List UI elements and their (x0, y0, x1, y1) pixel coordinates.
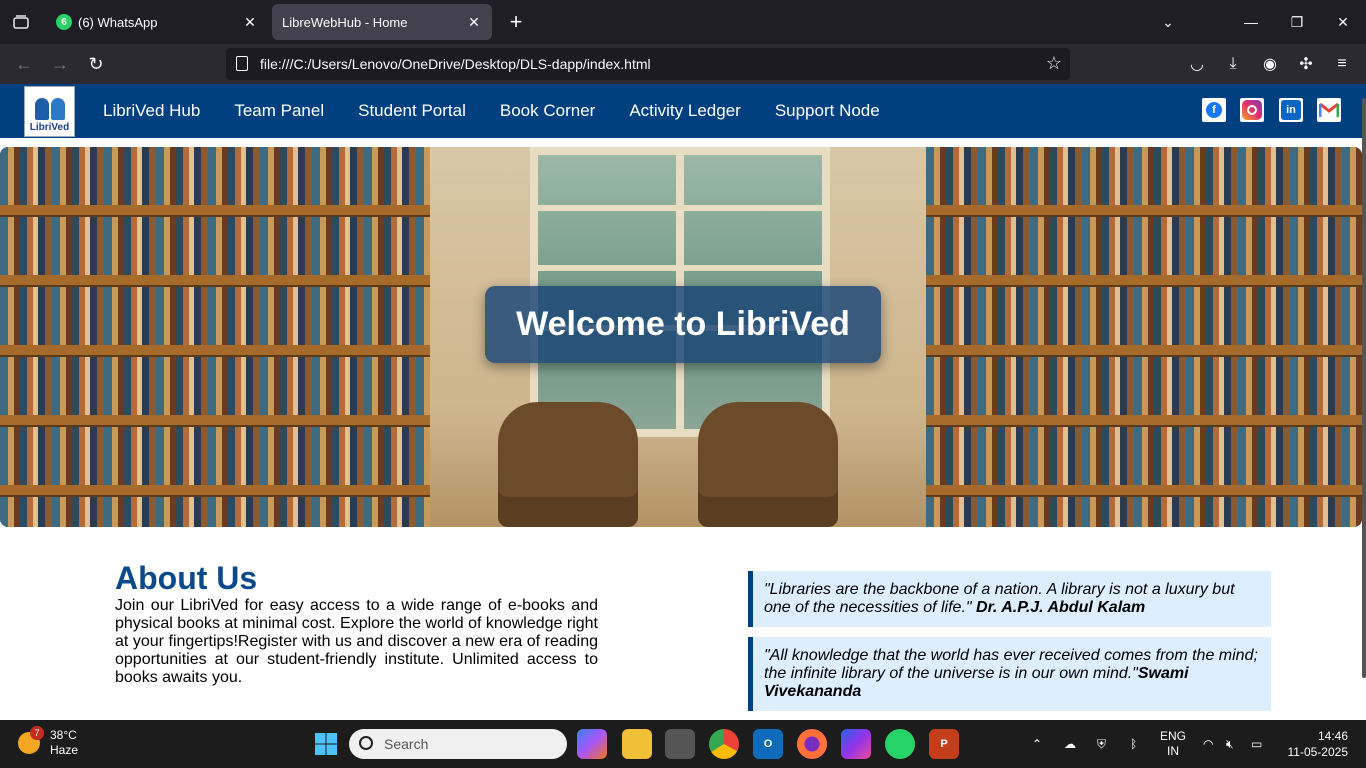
firefox-icon[interactable] (797, 729, 827, 759)
windows-start-icon[interactable] (311, 729, 341, 759)
notification-badge: 7 (30, 726, 44, 740)
about-section: About Us Join our LibriVed for easy acce… (115, 559, 598, 687)
outlook-icon[interactable]: O (753, 729, 783, 759)
page-viewport: LibriVed LibriVed Hub Team Panel Student… (0, 84, 1366, 720)
account-icon[interactable]: ◉ (1258, 52, 1282, 76)
close-tab-icon[interactable]: ✕ (464, 12, 484, 32)
nav-activity-ledger[interactable]: Activity Ledger (612, 101, 758, 121)
instagram-icon[interactable] (1240, 98, 1264, 122)
onedrive-icon[interactable]: ☁ (1064, 720, 1076, 768)
address-bar[interactable]: file:///C:/Users/Lenovo/OneDrive/Desktop… (226, 48, 1070, 80)
extensions-icon[interactable]: ✣ (1294, 52, 1318, 76)
bookshelf-image (0, 147, 430, 527)
tab-label: (6) WhatsApp (78, 14, 158, 30)
menu-icon[interactable]: ≡ (1330, 52, 1354, 76)
show-hidden-icons[interactable]: ⌃ (1032, 720, 1042, 768)
whatsapp-icon[interactable] (885, 729, 915, 759)
copilot-icon[interactable] (577, 729, 607, 759)
close-tab-icon[interactable]: ✕ (240, 12, 260, 32)
weather-temp: 38°C (50, 728, 77, 742)
site-logo[interactable]: LibriVed (24, 86, 75, 137)
browser-tab-bar: 6 (6) WhatsApp ✕ LibreWebHub - Home ✕ + … (0, 0, 1366, 44)
back-button[interactable]: ← (10, 50, 38, 78)
taskbar: 7 38°C Haze Search O P ⌃ ☁ ⛨ ᛒ ENG IN ◠ … (0, 720, 1366, 768)
nav-team-panel[interactable]: Team Panel (217, 101, 341, 121)
nav-student-portal[interactable]: Student Portal (341, 101, 483, 121)
forward-button[interactable]: → (46, 50, 74, 78)
nav-book-corner[interactable]: Book Corner (483, 101, 612, 121)
new-tab-button[interactable]: + (502, 8, 530, 36)
file-explorer-icon[interactable] (622, 729, 652, 759)
clock-time: 14:46 (1317, 729, 1348, 743)
language-code: ENG (1160, 729, 1187, 743)
armchair-image (698, 402, 838, 527)
main-nav: LibriVed Hub Team Panel Student Portal B… (86, 84, 897, 138)
quote-author: Dr. A.P.J. Abdul Kalam (971, 599, 1146, 616)
logo-figures-icon (31, 94, 69, 120)
battery-icon[interactable]: ▭ (1251, 720, 1262, 768)
minimize-button[interactable]: — (1228, 0, 1274, 44)
nav-support-node[interactable]: Support Node (758, 101, 897, 121)
wifi-icon[interactable]: ◠ (1203, 720, 1213, 768)
quote-card: "All knowledge that the world has ever r… (748, 637, 1271, 711)
tab-whatsapp[interactable]: 6 (6) WhatsApp ✕ (46, 4, 268, 40)
page-scrollbar[interactable] (1362, 98, 1366, 678)
page-icon (236, 56, 248, 71)
clock-date: 11-05-2025 (1287, 745, 1349, 759)
armchair-image (498, 402, 638, 527)
defender-icon[interactable]: ⛨ (1097, 720, 1106, 768)
quote-card: "Libraries are the backbone of a nation.… (748, 571, 1271, 627)
linkedin-icon[interactable]: in (1279, 98, 1303, 122)
logo-text: LibriVed (29, 122, 70, 133)
language-indicator[interactable]: ENG IN (1160, 720, 1186, 768)
nav-librived-hub[interactable]: LibriVed Hub (86, 101, 217, 121)
facebook-icon[interactable]: f (1202, 98, 1226, 122)
bookmark-star-icon[interactable]: ☆ (1046, 53, 1062, 74)
tab-list-icon[interactable] (0, 0, 42, 44)
search-icon (359, 736, 373, 750)
hero-title: Welcome to LibriVed (485, 286, 881, 363)
bluetooth-icon[interactable]: ᛒ (1130, 720, 1137, 768)
about-text: Join our LibriVed for easy access to a w… (115, 597, 598, 686)
search-placeholder: Search (384, 736, 429, 752)
tab-label: LibreWebHub - Home (282, 14, 408, 30)
about-heading: About Us (115, 560, 258, 596)
weather-widget[interactable]: 7 38°C Haze (18, 726, 79, 758)
browser-toolbar: ← → ↻ file:///C:/Users/Lenovo/OneDrive/D… (0, 44, 1366, 84)
haze-weather-icon: 7 (18, 726, 44, 754)
bookshelf-image (926, 147, 1362, 527)
taskbar-search[interactable]: Search (349, 729, 567, 759)
speaker-muted-icon[interactable]: 🔇︎ (1226, 720, 1234, 768)
system-clock[interactable]: 14:46 11-05-2025 (1288, 728, 1349, 760)
gmail-icon[interactable] (1317, 98, 1341, 122)
downloads-icon[interactable]: ⤓ (1221, 52, 1245, 76)
powerpoint-icon[interactable]: P (929, 729, 959, 759)
whatsapp-icon: 6 (56, 14, 72, 30)
pocket-icon[interactable]: ◡ (1185, 52, 1209, 76)
url-text: file:///C:/Users/Lenovo/OneDrive/Desktop… (260, 56, 651, 72)
camera-icon[interactable] (665, 729, 695, 759)
weather-desc: Haze (50, 743, 79, 757)
tab-librewebhub[interactable]: LibreWebHub - Home ✕ (272, 4, 492, 40)
restore-button[interactable]: ❐ (1274, 0, 1320, 44)
chrome-icon[interactable] (709, 729, 739, 759)
list-all-tabs-icon[interactable]: ⌄ (1145, 0, 1191, 44)
microsoft-365-icon[interactable] (841, 729, 871, 759)
close-window-button[interactable]: ✕ (1320, 0, 1366, 44)
site-header: LibriVed LibriVed Hub Team Panel Student… (0, 84, 1366, 138)
region-code: IN (1167, 744, 1179, 758)
reload-button[interactable]: ↻ (82, 50, 110, 78)
